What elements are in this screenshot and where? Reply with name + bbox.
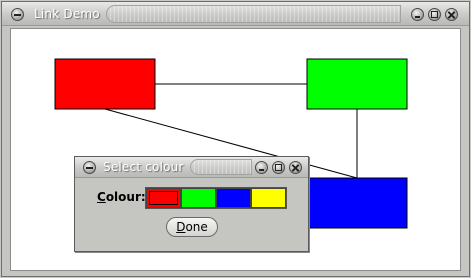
red-node <box>54 58 156 110</box>
colour-swatches <box>145 187 287 209</box>
close-icon[interactable] <box>289 161 302 174</box>
window-title: Link Demo <box>34 7 100 21</box>
title-grip <box>106 5 401 23</box>
minimize-icon[interactable] <box>411 8 424 21</box>
dialog-titlebar[interactable]: Select colour <box>75 157 308 178</box>
green-node <box>306 58 408 110</box>
done-button[interactable]: Done <box>166 217 218 237</box>
maximize-icon[interactable] <box>272 161 285 174</box>
window-menu-icon[interactable] <box>83 161 96 174</box>
dialog-title: Select colour <box>103 160 184 174</box>
swatch-yellow[interactable] <box>251 188 286 208</box>
blue-node <box>306 177 408 229</box>
maximize-icon[interactable] <box>428 8 441 21</box>
select-colour-dialog: Select colour Colour: Done <box>74 156 309 252</box>
main-titlebar[interactable]: Link Demo <box>2 2 469 26</box>
minimize-icon[interactable] <box>255 161 268 174</box>
window-menu-icon[interactable] <box>11 8 24 21</box>
swatch-green[interactable] <box>181 188 216 208</box>
swatch-red[interactable] <box>146 188 181 208</box>
colour-label: Colour: <box>97 190 146 204</box>
close-icon[interactable] <box>445 8 458 21</box>
swatch-blue[interactable] <box>216 188 251 208</box>
title-grip <box>190 159 252 175</box>
